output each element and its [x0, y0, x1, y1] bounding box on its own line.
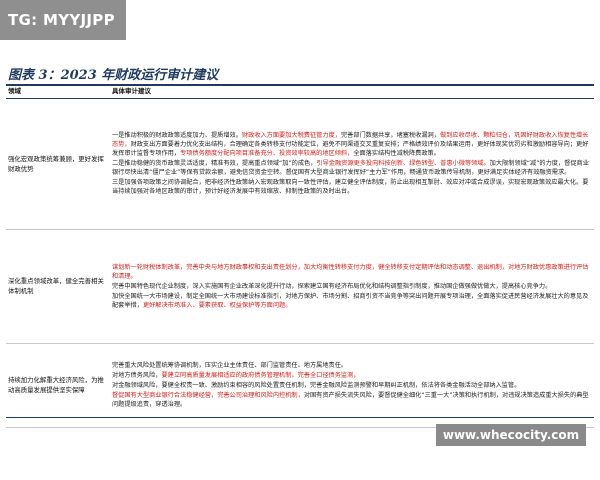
- header-recommendation: 具体审计建议: [110, 86, 594, 99]
- body-text: 三是加强各项政策之间协调配合，把非经济性政策纳入宏观政策取向一致性评估，建立健全…: [112, 179, 589, 195]
- field-cell: 强化宏观政策统筹兼顾，更好发挥财政优势: [6, 98, 110, 230]
- recommendation-paragraph: 加快全国统一大市场建设，制定全国统一大市场建设标准指引，对地方保护、市场分割、招…: [112, 292, 592, 310]
- recommendation-paragraph: 对金融领域风险，要健全权责一致、激励约束相容的风险处置责任机制，完善金融风险监测…: [112, 381, 592, 390]
- highlighted-text: 财政收入方面要加大税费征管力度，: [241, 132, 341, 139]
- body-text: 二是推动稳健的货币政策灵活适度，精准有效，提高重点领域“加”的成色，: [112, 160, 317, 167]
- field-cell: 持续加力化解重大经济风险，为推动高质量发展提供坚实保障: [6, 343, 110, 428]
- figure-title: 图表 3：2023 年财政运行审计建议: [8, 68, 219, 83]
- body-text: 对地方债务风险，: [112, 372, 162, 379]
- recommendation-paragraph: 完善重大风险处置统筹协调机制，压实企业主体责任、部门监管责任、地方属地责任。: [112, 361, 592, 370]
- recommendation-paragraph: 一是推动积极的财政政策适度加力、提质增效。财政收入方面要加大税费征管力度，完善部…: [112, 131, 592, 158]
- channel-watermark: TG: MYYJJPP: [0, 0, 126, 40]
- site-watermark: www.whecocity.com: [436, 424, 586, 446]
- table-row: 深化重点领域改革，健全完善相关体制机制 谋划新一轮财税体制改革，完善中央与地方财政…: [6, 229, 594, 344]
- recommendation-paragraph: 督促国有大型商业银行合法稳健经营，完善公司治理和风险内控机制，对国有资产损失流失…: [112, 391, 592, 409]
- recommendation-paragraph: 谋划新一轮财税体制改革，完善中央与地方财政事权和支出责任划分，加大均衡性转移支付…: [112, 263, 592, 281]
- highlighted-text: 谋划新一轮财税体制改革，: [112, 263, 187, 271]
- recommendation-paragraph: 对地方债务风险，要建立同高质量发展相适应的政府债务管理机制，完善全口径债务监测，: [112, 371, 592, 380]
- recommendation-paragraph: 三是加强各项政策之间协调配合，把非经济性政策纳入宏观政策取向一致性评估，建立健全…: [112, 178, 592, 196]
- body-text: 完善中国特色现代企业制度，深入实施国有企业改革深化提升行动，探索建立国有经济布局…: [112, 282, 552, 290]
- recommendation-cell: 完善重大风险处置统筹协调机制，压实企业主体责任、部门监管责任、地方属地责任。 对地…: [110, 343, 594, 428]
- body-text: 完善重大风险处置统筹协调机制，压实企业主体责任、部门监管责任、地方属地责任。: [112, 362, 348, 369]
- highlighted-text: 要建立同高质量发展相适应的政府债务管理机制，完善全口径债务监测，: [161, 372, 360, 379]
- field-cell: 深化重点领域改革，健全完善相关体制机制: [6, 229, 110, 344]
- highlighted-text: 完善公司治理和风险内控机制，: [217, 392, 304, 399]
- recommendation-cell: 谋划新一轮财税体制改革，完善中央与地方财政事权和支出责任划分，加大均衡性转移支付…: [110, 229, 594, 344]
- body-text: 对金融领域风险，要健全权责一致、激励约束相容的风险处置责任机制，完善金融风险监测…: [112, 382, 521, 389]
- table-bottom-rule: [6, 417, 594, 418]
- audit-recommendations-table: 领域 具体审计建议 强化宏观政策统筹兼顾，更好发挥财政优势 一是推动积极的财政政策…: [6, 86, 594, 428]
- body-text: 一是推动积极的财政政策适度加力、提质增效。: [112, 132, 242, 139]
- highlighted-text: 引导金融资源更多投向科技创新、绿色转型、普惠小微等领域。: [316, 160, 490, 167]
- highlighted-text: 专项债务额度分配向项目准备充分、投资效率较高的地区倾斜，: [180, 150, 354, 157]
- highlighted-text: 督促国有大型商业银行合法稳健经营，: [112, 392, 218, 399]
- body-text: 完善部门数据共享，堵塞税收漏洞，: [340, 132, 440, 139]
- body-text: 全面落实结构性减税降费政策。: [353, 150, 440, 157]
- table-header-row: 领域 具体审计建议: [6, 86, 594, 99]
- table-row: 持续加力化解重大经济风险，为推动高质量发展提供坚实保障 完善重大风险处置统筹协调机…: [6, 343, 594, 428]
- recommendation-paragraph: 二是推动稳健的货币政策灵活适度，精准有效，提高重点领域“加”的成色，引导金融资源…: [112, 159, 592, 177]
- header-field: 领域: [6, 86, 110, 99]
- table-row: 强化宏观政策统筹兼顾，更好发挥财政优势 一是推动积极的财政政策适度加力、提质增效。…: [6, 98, 594, 230]
- recommendation-paragraph: 完善中国特色现代企业制度，深入实施国有企业改革深化提升行动，探索建立国有经济布局…: [112, 282, 592, 291]
- highlighted-text: 更好解决市场准入、要素获取、权益保护等方面问题。: [142, 301, 292, 309]
- recommendation-cell: 一是推动积极的财政政策适度加力、提质增效。财政收入方面要加大税费征管力度，完善部…: [110, 98, 594, 230]
